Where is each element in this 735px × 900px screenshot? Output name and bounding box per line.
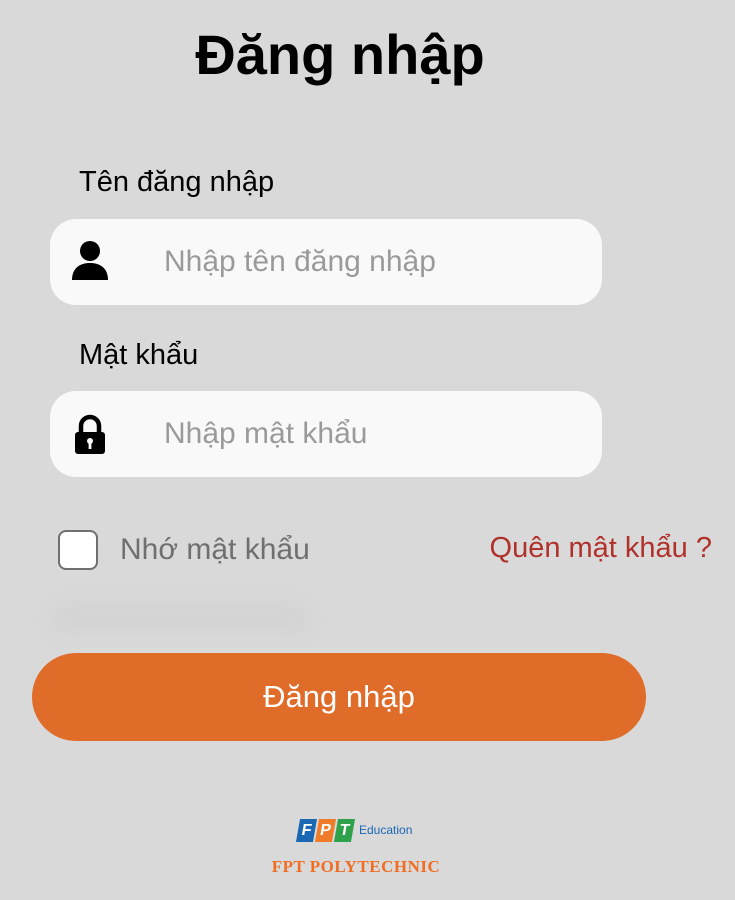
- lock-icon: [75, 414, 105, 454]
- logo-letter-f: F: [295, 818, 318, 842]
- decorative-shadow: [50, 603, 310, 633]
- user-icon: [72, 241, 108, 280]
- username-field[interactable]: [50, 219, 602, 305]
- forgot-password-link[interactable]: Quên mật khẩu ?: [490, 528, 712, 568]
- username-label: Tên đăng nhập: [79, 166, 275, 198]
- brand-name: FPT POLYTECHNIC: [271, 857, 441, 876]
- remember-label: Nhớ mật khẩu: [120, 533, 310, 566]
- logo-letter-p: P: [314, 818, 337, 842]
- remember-password[interactable]: Nhớ mật khẩu: [58, 528, 310, 572]
- page-title: Đăng nhập: [195, 23, 485, 86]
- password-input[interactable]: [164, 391, 584, 477]
- password-field[interactable]: [50, 391, 602, 477]
- password-label: Mật khẩu: [79, 339, 199, 371]
- logo-education-text: Education: [359, 823, 413, 837]
- username-input[interactable]: [164, 219, 584, 305]
- fpt-education-logo: F P T Education: [295, 815, 420, 845]
- remember-checkbox[interactable]: [58, 530, 98, 570]
- login-button[interactable]: Đăng nhập: [32, 653, 646, 741]
- fpt-logo-blocks: F P T: [295, 818, 356, 842]
- logo-letter-t: T: [333, 818, 356, 842]
